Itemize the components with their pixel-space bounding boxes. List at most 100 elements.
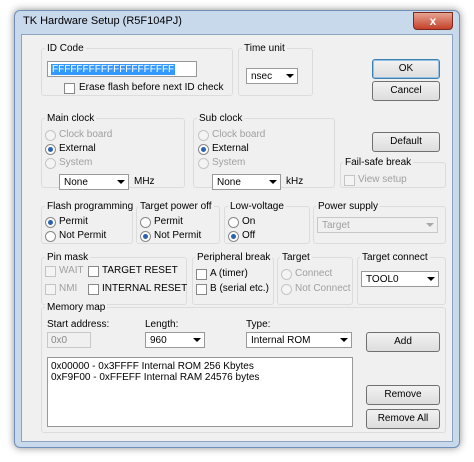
pin-mask-nmi-label: NMI (59, 283, 78, 294)
type-select[interactable]: Internal ROM (246, 332, 352, 348)
sub-clock-label: Sub clock (197, 113, 245, 124)
time-unit-select[interactable]: nsec (246, 68, 298, 84)
target-connect-value: TOOL0 (366, 274, 399, 285)
pin-mask-wait-checkbox[interactable] (45, 266, 56, 277)
hardware-setup-window: TK Hardware Setup (R5F104PJ) x ID Code F… (14, 10, 460, 448)
type-label: Type: (246, 319, 271, 330)
chevron-down-icon (427, 277, 435, 281)
memory-map-list[interactable]: 0x00000 - 0x3FFFF Internal ROM 256 Kbyte… (47, 357, 353, 427)
view-setup-label: View setup (358, 174, 407, 185)
target-connect-group-label: Target connect (360, 252, 430, 263)
peripheral-break-b-label: B (serial etc.) (210, 283, 269, 294)
main-clock-frequency-value: None (64, 177, 88, 188)
pin-mask-internal-reset-label: INTERNAL RESET (102, 283, 188, 294)
flash-permit-radio[interactable] (45, 217, 56, 228)
sub-clock-external-radio[interactable] (198, 144, 209, 155)
power-supply-value: Target (322, 220, 350, 231)
chevron-down-icon (286, 74, 294, 78)
peripheral-break-group (192, 257, 274, 305)
low-voltage-on-radio[interactable] (228, 217, 239, 228)
low-voltage-label: Low-voltage (228, 201, 286, 212)
memory-map-label: Memory map (45, 302, 108, 313)
main-clock-label: Main clock (45, 113, 97, 124)
chevron-down-icon (193, 338, 201, 342)
sub-clock-system-radio[interactable] (198, 158, 209, 169)
memory-map-entry[interactable]: 0xF9F00 - 0xFFEFF Internal RAM 24576 byt… (51, 372, 259, 383)
sub-clock-clock-board-label: Clock board (212, 129, 266, 140)
dialog-body: ID Code FFFFFFFFFFFFFFFFFFFF Erase flash… (21, 34, 453, 442)
chevron-down-icon (269, 180, 277, 184)
chevron-down-icon (426, 223, 434, 227)
target-connect-radio[interactable] (281, 269, 292, 280)
pin-mask-target-reset-label: TARGET RESET (102, 265, 178, 276)
sub-clock-system-label: System (212, 157, 246, 168)
cancel-button[interactable]: Cancel (372, 81, 440, 101)
length-value: 960 (150, 335, 167, 346)
main-clock-external-label: External (59, 143, 96, 154)
main-clock-system-label: System (59, 157, 93, 168)
main-clock-external-radio[interactable] (45, 144, 56, 155)
target-power-off-label: Target power off (138, 201, 214, 212)
time-unit-value: nsec (251, 71, 273, 82)
target-connect-label: Connect (295, 268, 333, 279)
chevron-down-icon (117, 180, 125, 184)
main-clock-clock-board-radio[interactable] (45, 130, 56, 141)
id-code-label: ID Code (45, 43, 86, 54)
flash-not-permit-radio[interactable] (45, 231, 56, 242)
default-button[interactable]: Default (372, 132, 440, 152)
type-value: Internal ROM (251, 335, 311, 346)
power-off-permit-label: Permit (154, 216, 183, 227)
peripheral-break-a-label: A (timer) (210, 268, 248, 279)
id-code-value: FFFFFFFFFFFFFFFFFFFF (51, 64, 176, 75)
start-address-label: Start address: (47, 319, 110, 330)
time-unit-label: Time unit (242, 43, 287, 54)
length-label: Length: (145, 319, 179, 330)
target-label: Target (280, 252, 312, 263)
target-group (277, 257, 353, 305)
sub-clock-unit: kHz (286, 176, 304, 187)
low-voltage-off-radio[interactable] (228, 231, 239, 242)
pin-mask-label: Pin mask (45, 252, 91, 263)
sub-clock-frequency-select[interactable]: None (212, 174, 281, 190)
main-clock-frequency-select[interactable]: None (59, 174, 129, 190)
peripheral-break-b-checkbox[interactable] (196, 284, 207, 295)
pin-mask-wait-label: WAIT (59, 265, 84, 276)
peripheral-break-a-checkbox[interactable] (196, 269, 207, 280)
peripheral-break-label: Peripheral break (195, 252, 273, 263)
title-bar[interactable]: TK Hardware Setup (R5F104PJ) x (15, 11, 459, 33)
length-select[interactable]: 960 (145, 332, 205, 348)
memory-map-entry[interactable]: 0x00000 - 0x3FFFF Internal ROM 256 Kbyte… (51, 361, 254, 372)
power-off-not-permit-radio[interactable] (140, 231, 151, 242)
power-off-not-permit-label: Not Permit (154, 230, 202, 241)
remove-all-button[interactable]: Remove All (366, 409, 440, 429)
power-supply-label: Power supply (316, 201, 381, 212)
id-code-input[interactable]: FFFFFFFFFFFFFFFFFFFF (47, 61, 197, 77)
erase-flash-label: Erase flash before next ID check (79, 82, 224, 93)
power-supply-select[interactable]: Target (317, 217, 438, 233)
add-button[interactable]: Add (366, 332, 440, 352)
pin-mask-internal-reset-checkbox[interactable] (88, 284, 99, 295)
failsafe-label: Fail-safe break (343, 157, 414, 168)
sub-clock-clock-board-radio[interactable] (198, 130, 209, 141)
chevron-down-icon (340, 338, 348, 342)
main-clock-clock-board-label: Clock board (59, 129, 113, 140)
low-voltage-on-label: On (242, 216, 256, 227)
main-clock-unit: MHz (134, 176, 155, 187)
start-address-input[interactable]: 0x0 (47, 332, 91, 348)
close-icon: x (429, 14, 437, 28)
target-not-connect-label: Not Connect (295, 283, 351, 294)
flash-not-permit-label: Not Permit (59, 230, 107, 241)
target-connect-select[interactable]: TOOL0 (361, 271, 439, 287)
erase-flash-checkbox[interactable] (64, 83, 75, 94)
close-button[interactable]: x (413, 12, 453, 30)
target-not-connect-radio[interactable] (281, 284, 292, 295)
remove-button[interactable]: Remove (366, 385, 440, 405)
main-clock-system-radio[interactable] (45, 158, 56, 169)
pin-mask-target-reset-checkbox[interactable] (88, 266, 99, 277)
sub-clock-frequency-value: None (217, 177, 241, 188)
pin-mask-nmi-checkbox[interactable] (45, 284, 56, 295)
ok-button[interactable]: OK (372, 59, 440, 79)
view-setup-checkbox[interactable] (344, 175, 355, 186)
sub-clock-external-label: External (212, 143, 249, 154)
power-off-permit-radio[interactable] (140, 217, 151, 228)
